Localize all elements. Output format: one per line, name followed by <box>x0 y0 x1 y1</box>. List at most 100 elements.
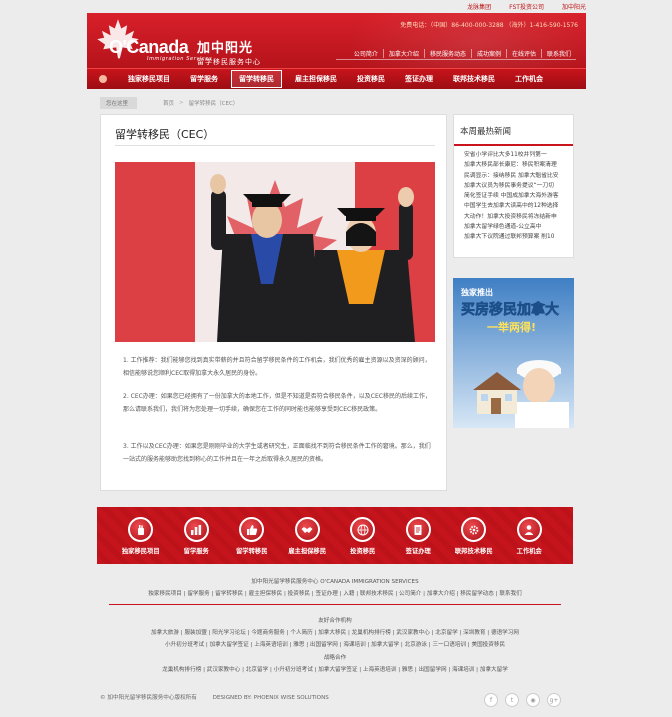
partner-link[interactable]: 服装加盟 <box>184 630 206 636</box>
nav-item-skilled[interactable]: 联邦技术移民 <box>446 71 502 87</box>
footer-link[interactable]: 加拿大介绍 <box>427 591 455 597</box>
nav-item-jobs[interactable]: 工作机会 <box>508 71 550 87</box>
service-study[interactable]: 留学服务 <box>169 517 225 564</box>
strategic-link[interactable]: 武汉家教中心 <box>207 667 241 673</box>
strategic-link[interactable]: 龙巢机构排行榜 <box>162 667 201 673</box>
strategic-link[interactable]: 北京留学 <box>246 667 268 673</box>
partner-link[interactable]: 北京留学 <box>435 630 457 636</box>
partner-link[interactable]: 雅思 <box>293 642 304 648</box>
partner-link[interactable]: 美国投资移民 <box>471 642 505 648</box>
service-label: 投资移民 <box>350 548 376 555</box>
service-investment[interactable]: 投资移民 <box>335 517 391 564</box>
footer-link[interactable]: 雇主担保移民 <box>249 591 283 597</box>
partner-link[interactable]: 北京游泳 <box>405 642 427 648</box>
nav-item-exclusive[interactable]: 独家移民项目 <box>121 71 177 87</box>
subnav-canada[interactable]: 加拿大介绍 <box>382 49 424 58</box>
partner-link[interactable]: 龙巢机构排行榜 <box>352 630 391 636</box>
service-strip: 独家移民项目 留学服务 留学转移民 雇主担保移民 投资移民 签证办理 联邦技术移… <box>97 507 573 564</box>
partner-link[interactable]: 加拿大留学签证 <box>210 642 249 648</box>
footer-link[interactable]: 签证办理 <box>315 591 337 597</box>
nav-item-cec[interactable]: 留学转移民 <box>231 70 282 88</box>
service-label: 留学转移民 <box>236 548 268 555</box>
news-item[interactable]: 加拿大留学绿色通道-公立高中 <box>464 222 571 232</box>
footer-org: 加中阳光留学移民服务中心 O'CANADA IMMIGRATION SERVIC… <box>251 579 419 585</box>
nav-item-study[interactable]: 留学服务 <box>183 71 225 87</box>
footer-link[interactable]: 留学服务 <box>187 591 209 597</box>
strategic-link[interactable]: 加拿大留学 <box>480 667 508 673</box>
home-icon[interactable] <box>99 75 107 83</box>
subnav-cases[interactable]: 成功案例 <box>470 49 506 58</box>
news-item[interactable]: 中国学生去加拿大读高中的12种选择 <box>464 201 571 211</box>
logo-chinese-name: 加中阳光 <box>197 41 254 56</box>
strategic-link[interactable]: 小升初分班考试 <box>274 667 313 673</box>
service-label: 联邦技术移民 <box>454 548 493 555</box>
partner-link[interactable]: 加拿大留学 <box>371 642 399 648</box>
service-employer[interactable]: 雇主担保移民 <box>280 517 336 564</box>
footer-link[interactable]: 公司简介 <box>399 591 421 597</box>
news-item[interactable]: 加拿大下议院通过联邦预算案 削10 <box>464 232 571 242</box>
partner-link[interactable]: 三一口语培训 <box>432 642 466 648</box>
top-link-longmai[interactable]: 龙脉集团 <box>467 2 491 11</box>
footer-link[interactable]: 移民留学动态 <box>460 591 494 597</box>
service-jobs[interactable]: 工作机会 <box>502 517 558 564</box>
subnav-news[interactable]: 移民服务动态 <box>423 49 471 58</box>
subnav-company[interactable]: 公司简介 <box>349 49 383 58</box>
partner-link[interactable]: 个人简历 <box>290 630 312 636</box>
hand-icon <box>128 517 154 542</box>
partner-link[interactable]: 海课培训 <box>343 642 365 648</box>
footer-link[interactable]: 联邦技术移民 <box>360 591 394 597</box>
footer-link[interactable]: 留学转移民 <box>215 591 243 597</box>
globe-icon <box>350 517 376 542</box>
strategic-link[interactable]: 上海英语培训 <box>363 667 397 673</box>
news-item[interactable]: 大动作！加拿大投资移民将冻结新申 <box>464 212 571 222</box>
nav-item-investment[interactable]: 投资移民 <box>350 71 392 87</box>
footer-link[interactable]: 联系我们 <box>499 591 521 597</box>
facebook-icon[interactable]: f <box>484 693 498 707</box>
nav-item-visa[interactable]: 签证办理 <box>398 71 440 87</box>
top-link-fst[interactable]: FST投资公司 <box>509 2 544 11</box>
nav-item-employer[interactable]: 雇主担保移民 <box>288 71 344 87</box>
partner-link[interactable]: 武汉家教中心 <box>396 630 430 636</box>
service-visa[interactable]: 签证办理 <box>391 517 447 564</box>
strategic-link[interactable]: 出国留学网 <box>419 667 447 673</box>
strategic-link[interactable]: 海课培训 <box>452 667 474 673</box>
ad-line2: 买房移民加拿大 <box>461 301 559 318</box>
subnav-contact[interactable]: 联系我们 <box>540 49 576 58</box>
footer-link[interactable]: 独家移民项目 <box>148 591 182 597</box>
partner-link[interactable]: 出国留学网 <box>310 642 338 648</box>
news-item[interactable]: 加拿大议员为移民事务提议“一刀切 <box>464 181 571 191</box>
partner-link[interactable]: 阳光学习论坛 <box>212 630 246 636</box>
breadcrumb-home[interactable]: 首页 <box>163 99 174 107</box>
top-link-ocanada[interactable]: 加中阳光 <box>562 2 586 11</box>
handshake-icon <box>294 517 320 542</box>
partner-link[interactable]: 小升初分班考试 <box>165 642 204 648</box>
footer-link[interactable]: 入籍 <box>343 591 354 597</box>
partner-link[interactable]: 深圳教育 <box>463 630 485 636</box>
service-skilled[interactable]: 联邦技术移民 <box>446 517 502 564</box>
strategic-link[interactable]: 加拿大留学签证 <box>318 667 357 673</box>
property-immigration-ad[interactable]: 独家推出 买房移民加拿大 一举两得! <box>453 278 574 428</box>
subnav-assessment[interactable]: 在线评估 <box>505 49 541 58</box>
graduates-photo <box>115 162 435 342</box>
news-item[interactable]: 加拿大移民部长康尼：移民积案清理 <box>464 160 571 170</box>
strategic-link[interactable]: 雅思 <box>402 667 413 673</box>
news-item[interactable]: 民调显示：接纳移民 加拿大魁省比安 <box>464 171 571 181</box>
footer-link[interactable]: 投资移民 <box>288 591 310 597</box>
news-item[interactable]: 安省小学评比大多11校并列第一 <box>464 150 571 160</box>
news-item[interactable]: 简化签证手续 中国成加拿大海外游客 <box>464 191 571 201</box>
partner-link[interactable]: 今题商务服务 <box>251 630 285 636</box>
google-plus-icon[interactable]: g+ <box>547 693 561 707</box>
service-exclusive[interactable]: 独家移民项目 <box>113 517 169 564</box>
partner-link[interactable]: 上海英语培训 <box>254 642 288 648</box>
partner-link[interactable]: 加拿大移民 <box>318 630 346 636</box>
thumbs-up-icon <box>239 517 265 542</box>
twitter-icon[interactable]: t <box>505 693 519 707</box>
rss-icon[interactable]: ◉ <box>526 693 540 707</box>
footer: 加中阳光留学移民服务中心 O'CANADA IMMIGRATION SERVIC… <box>97 564 573 688</box>
document-icon <box>405 517 431 542</box>
partner-link[interactable]: 德语学习网 <box>491 630 519 636</box>
service-cec[interactable]: 留学转移民 <box>224 517 280 564</box>
logo-chinese: 加中阳光 留学移民服务中心 <box>197 37 261 67</box>
ad-line3: 一举两得! <box>487 320 536 334</box>
partner-link[interactable]: 加拿大旅游 <box>151 630 179 636</box>
